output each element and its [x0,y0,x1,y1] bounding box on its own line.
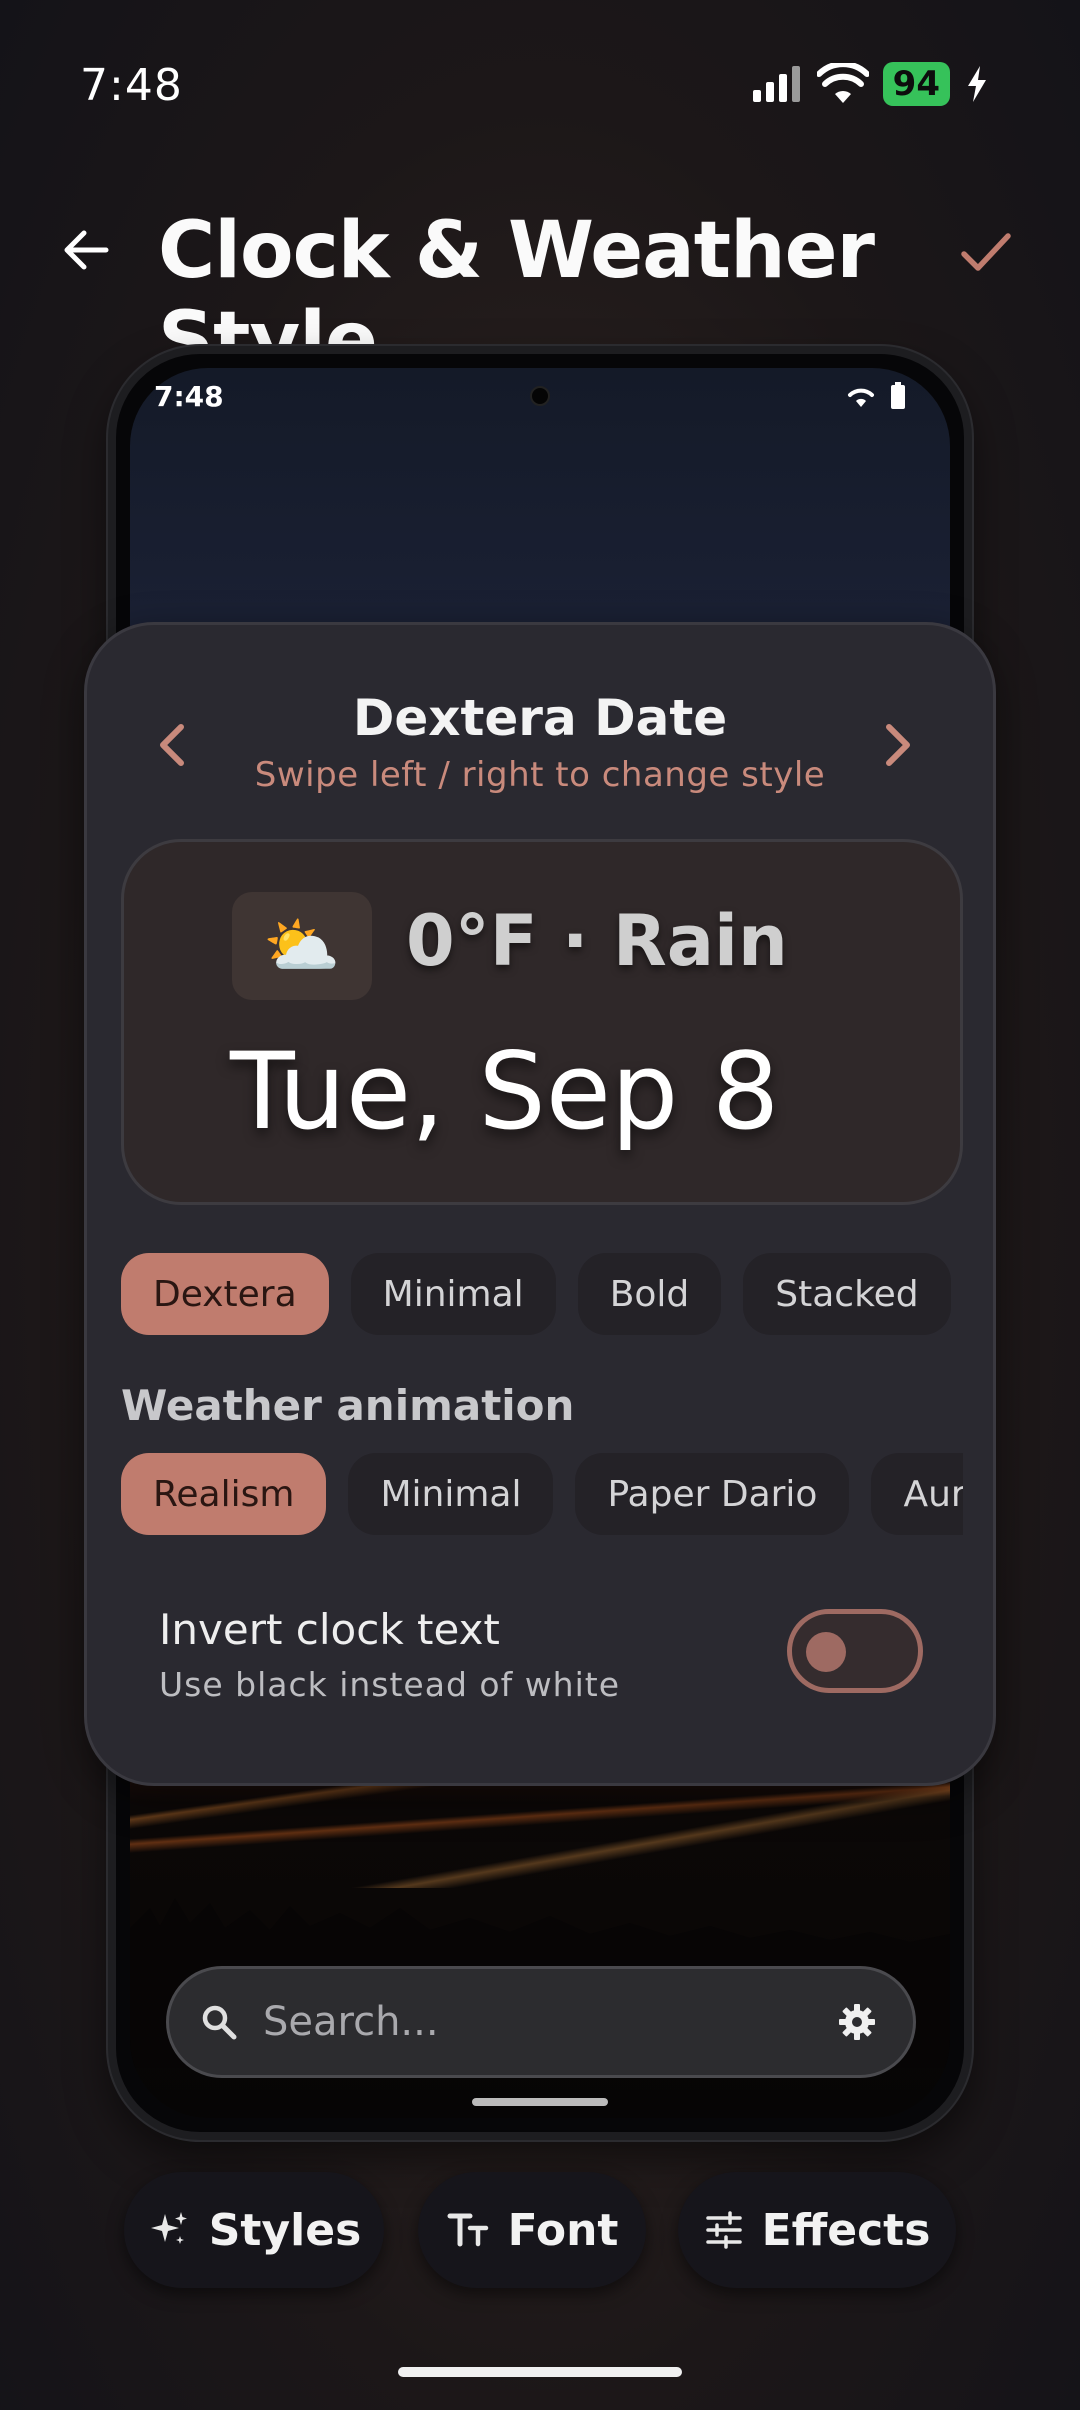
preview-home-indicator [472,2098,608,2106]
toggle-knob [806,1632,846,1672]
wifi-icon [816,63,869,103]
tab-styles-label: Styles [208,2204,362,2256]
style-name: Dextera Date [352,689,728,747]
weather-icon-chip: ⛅ [232,892,372,1000]
swipe-hint: Swipe left / right to change style [254,755,826,795]
search-input[interactable]: Search... [263,1999,837,2045]
camera-cutout [530,386,550,406]
signal-icon [752,66,800,102]
text-size-icon [447,2213,488,2247]
tab-font-label: Font [507,2204,619,2256]
home-indicator[interactable] [398,2367,682,2377]
weather-summary: 0°F · Rain [406,900,788,982]
search-icon [202,2005,237,2040]
tab-font[interactable]: Font [418,2172,646,2288]
preview-status-time: 7:48 [154,380,224,413]
chip-style-stacked[interactable]: Stacked [743,1253,951,1335]
wifi-icon [848,388,874,407]
chip-anim-minimal[interactable]: Minimal [348,1453,554,1535]
chip-style-dextera[interactable]: Dextera [121,1253,329,1335]
tab-effects[interactable]: Effects [678,2172,956,2288]
status-icons: 94 [751,62,990,106]
date-display: Tue, Sep 8 [230,1030,780,1153]
clock-preview-card[interactable]: ⛅ 0°F · Rain Tue, Sep 8 [121,839,963,1205]
sliders-icon [705,2211,742,2249]
chip-anim-realism[interactable]: Realism [121,1453,327,1535]
invert-clock-subtitle: Use black instead of white [159,1665,621,1704]
style-panel: Dextera Date Swipe left / right to chang… [84,622,996,1786]
preview-status-icons [846,382,906,410]
gear-icon[interactable] [837,2002,877,2042]
status-time: 7:48 [80,60,183,111]
sparkles-icon [150,2212,187,2244]
animation-chip-row: Realism Minimal Paper Dario Aurc [121,1453,963,1535]
invert-clock-toggle[interactable] [787,1609,923,1693]
chip-style-bold[interactable]: Bold [577,1253,722,1335]
charging-icon [968,66,986,102]
checkmark-icon[interactable] [956,222,1016,282]
chevron-right-icon[interactable] [873,715,923,775]
style-chip-row: Dextera Minimal Bold Stacked [121,1253,963,1335]
back-arrow-icon[interactable] [56,220,116,280]
tab-effects-label: Effects [761,2204,931,2256]
tab-styles[interactable]: Styles [124,2172,384,2288]
battery-icon [891,382,905,409]
invert-clock-title: Invert clock text [159,1605,500,1654]
chip-anim-aurora[interactable]: Aurc [871,1453,963,1535]
chip-anim-paper-dario[interactable]: Paper Dario [575,1453,850,1535]
search-bar[interactable]: Search... [166,1966,916,2078]
battery-indicator: 94 [882,62,950,106]
weather-animation-label: Weather animation [121,1381,575,1430]
partly-cloudy-icon: ⛅ [263,909,341,982]
chip-style-minimal[interactable]: Minimal [350,1253,556,1335]
